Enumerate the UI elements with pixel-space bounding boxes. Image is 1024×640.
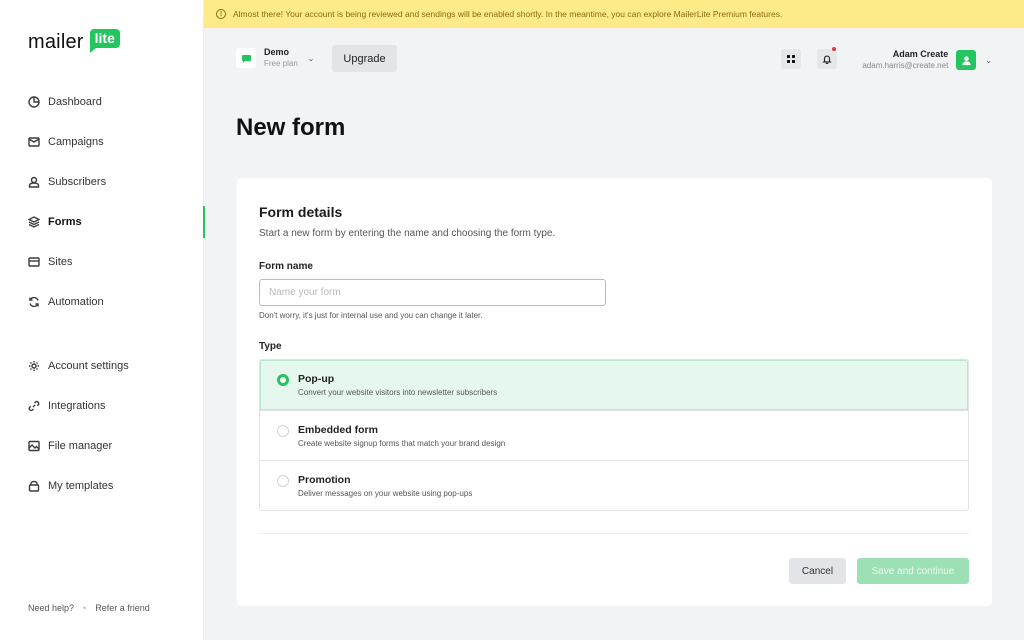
option-description: Deliver messages on your website using p… xyxy=(298,489,473,498)
banner-text: Almost there! Your account is being revi… xyxy=(233,9,783,19)
form-name-input[interactable] xyxy=(259,279,606,306)
envelope-icon xyxy=(28,136,40,148)
account-review-banner: ! Almost there! Your account is being re… xyxy=(204,0,1024,28)
option-description: Create website signup forms that match y… xyxy=(298,439,506,448)
bag-icon xyxy=(28,480,40,492)
form-name-hint: Don't worry, it's just for internal use … xyxy=(259,311,483,320)
user-icon xyxy=(28,176,40,188)
sidebar-item-dashboard[interactable]: Dashboard xyxy=(0,82,204,122)
sidebar-item-campaigns[interactable]: Campaigns xyxy=(0,122,204,162)
avatar xyxy=(956,50,977,70)
mailerlite-logo[interactable]: mailer lite xyxy=(28,29,120,53)
chat-bubble-icon xyxy=(241,55,251,63)
section-subtitle: Start a new form by entering the name an… xyxy=(259,228,556,239)
grid-icon xyxy=(787,55,795,63)
layers-icon xyxy=(28,216,40,228)
account-name: Demo xyxy=(264,47,290,57)
logo-wordmark: mailer xyxy=(28,31,84,53)
page-title: New form xyxy=(236,114,346,141)
cancel-button[interactable]: Cancel xyxy=(789,558,846,584)
secondary-nav: Account settings Integrations File manag… xyxy=(0,346,204,506)
account-plan: Free plan xyxy=(264,59,298,68)
form-type-list: Pop-up Convert your website visitors int… xyxy=(259,359,969,511)
type-label: Type xyxy=(259,341,282,352)
sidebar: mailer lite Dashboard Campaigns Subscrib… xyxy=(0,0,205,640)
sidebar-item-file-manager[interactable]: File manager xyxy=(0,426,204,466)
notifications-button[interactable] xyxy=(817,47,837,69)
sidebar-item-label: Automation xyxy=(48,296,104,308)
account-switcher[interactable]: Demo Free plan ⌄ xyxy=(236,47,315,69)
sidebar-item-account-settings[interactable]: Account settings xyxy=(0,346,204,386)
form-name-label: Form name xyxy=(259,261,313,272)
user-icon xyxy=(962,55,971,65)
sidebar-footer: Need help? • Refer a friend xyxy=(28,603,150,613)
sidebar-item-sites[interactable]: Sites xyxy=(0,242,204,282)
sidebar-item-integrations[interactable]: Integrations xyxy=(0,386,204,426)
sidebar-item-label: My templates xyxy=(48,480,114,492)
sidebar-item-subscribers[interactable]: Subscribers xyxy=(0,162,204,202)
sidebar-item-forms[interactable]: Forms xyxy=(0,202,205,242)
apps-button[interactable] xyxy=(781,49,801,69)
image-icon xyxy=(28,440,40,452)
chevron-down-icon: ⌄ xyxy=(985,55,992,65)
sidebar-item-label: Sites xyxy=(48,256,73,268)
save-and-continue-button[interactable]: Save and continue xyxy=(857,558,969,584)
user-menu[interactable]: Adam Create adam.harris@create.net ⌄ xyxy=(862,48,992,72)
account-logo xyxy=(236,48,256,68)
divider xyxy=(259,533,969,534)
sidebar-item-my-templates[interactable]: My templates xyxy=(0,466,204,506)
logo-badge: lite xyxy=(89,29,120,53)
need-help-link[interactable]: Need help? xyxy=(28,603,74,613)
upgrade-button[interactable]: Upgrade xyxy=(332,45,397,72)
refresh-icon xyxy=(28,296,40,308)
footer-separator: • xyxy=(83,603,87,613)
warning-icon: ! xyxy=(216,9,226,19)
refer-friend-link[interactable]: Refer a friend xyxy=(95,603,150,613)
bell-icon xyxy=(822,55,832,64)
sidebar-item-label: Subscribers xyxy=(48,176,107,188)
sidebar-item-label: File manager xyxy=(48,440,113,452)
type-option-promotion[interactable]: Promotion Deliver messages on your websi… xyxy=(260,460,968,510)
option-description: Convert your website visitors into newsl… xyxy=(298,388,498,397)
radio-selected[interactable] xyxy=(277,374,289,386)
sidebar-item-automation[interactable]: Automation xyxy=(0,282,204,322)
gear-icon xyxy=(28,360,40,372)
type-option-popup[interactable]: Pop-up Convert your website visitors int… xyxy=(260,360,968,410)
chevron-down-icon: ⌄ xyxy=(307,53,315,63)
link-icon xyxy=(28,400,40,412)
option-title: Embedded form xyxy=(298,424,378,436)
notification-dot xyxy=(832,47,836,51)
sidebar-item-label: Account settings xyxy=(48,360,129,372)
radio-unselected[interactable] xyxy=(277,475,289,487)
option-title: Pop-up xyxy=(298,373,335,385)
form-details-card: Form details Start a new form by enterin… xyxy=(237,178,992,606)
section-title: Form details xyxy=(259,204,343,220)
clock-icon xyxy=(28,96,40,108)
sidebar-item-label: Integrations xyxy=(48,400,106,412)
user-email: adam.harris@create.net xyxy=(862,61,949,70)
browser-icon xyxy=(28,256,40,268)
sidebar-item-label: Dashboard xyxy=(48,96,102,108)
user-name: Adam Create xyxy=(892,49,949,59)
sidebar-item-label: Campaigns xyxy=(48,136,104,148)
sidebar-item-label: Forms xyxy=(48,216,82,228)
primary-nav: Dashboard Campaigns Subscribers Forms Si… xyxy=(0,82,205,322)
option-title: Promotion xyxy=(298,474,351,486)
type-option-embedded-form[interactable]: Embedded form Create website signup form… xyxy=(260,410,968,460)
radio-unselected[interactable] xyxy=(277,425,289,437)
